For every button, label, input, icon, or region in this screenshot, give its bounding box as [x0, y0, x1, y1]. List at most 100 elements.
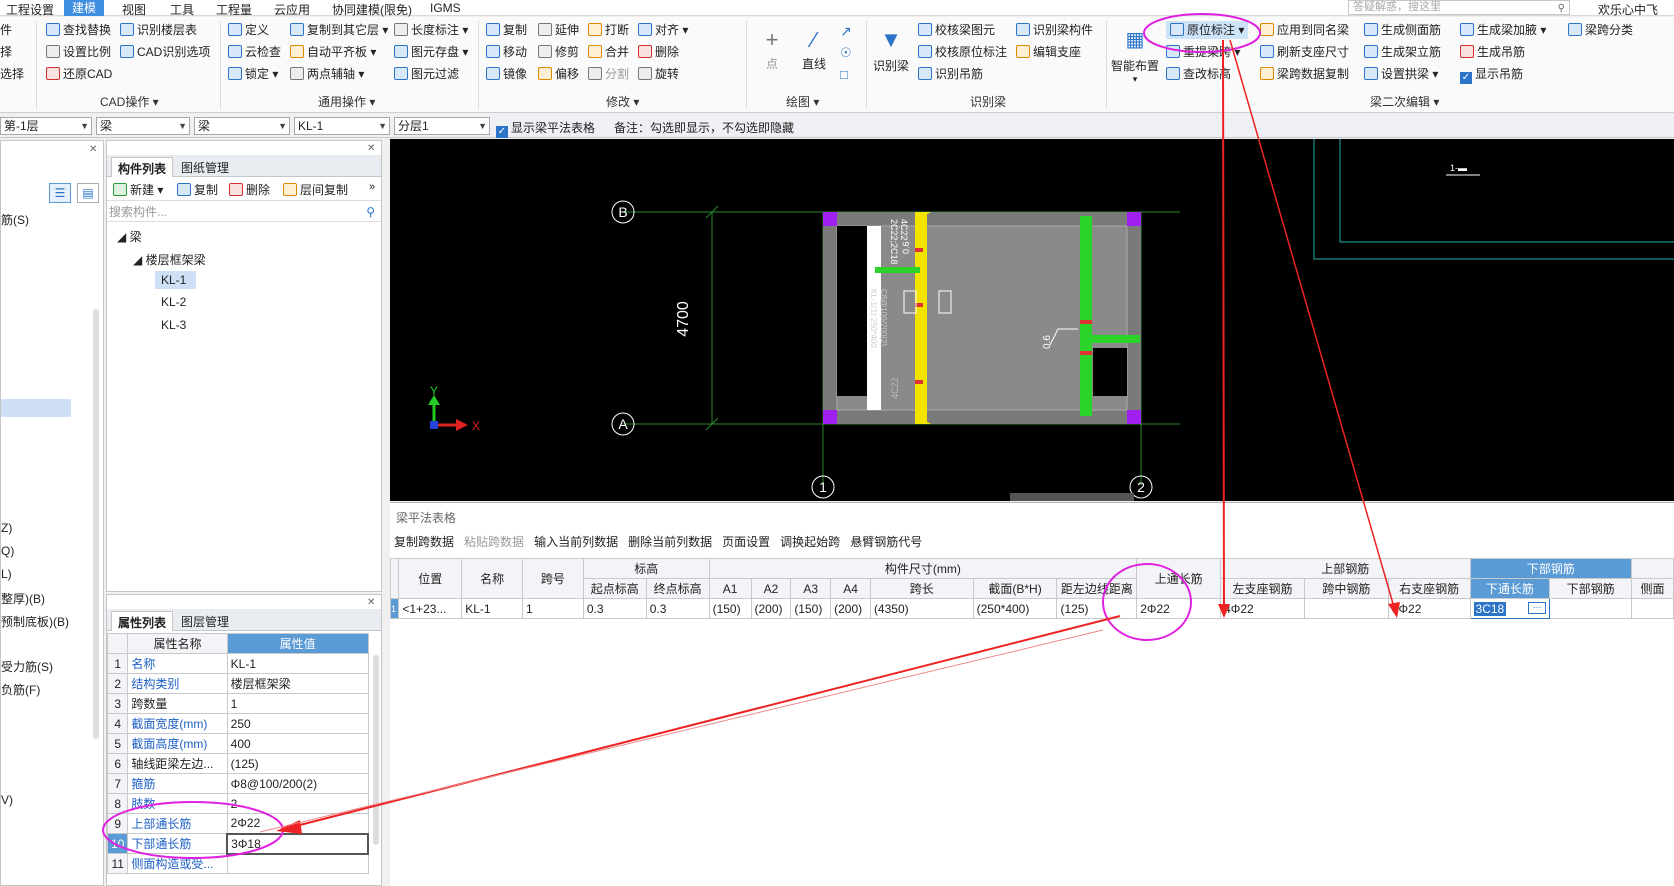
tree-item-kl2[interactable]: KL-2 [161, 295, 186, 309]
apply-same-name-button[interactable]: 应用到同名梁 [1260, 21, 1349, 39]
delete-component-button[interactable]: 删除 [229, 181, 270, 199]
property-value[interactable]: 2 [226, 793, 369, 814]
tab-collab[interactable]: 协同建模(限免) [332, 1, 412, 18]
nav-item-1[interactable]: 筋(S) [1, 211, 29, 228]
column[interactable] [1127, 410, 1141, 424]
input-column-data-button[interactable]: 输入当前列数据 [534, 535, 618, 549]
identify-hanger-button[interactable]: 识别吊筋 [918, 65, 983, 83]
show-hanger-checkbox[interactable]: ✓ 显示吊筋 [1460, 65, 1523, 84]
tab-project-settings[interactable]: 工程设置 [6, 1, 54, 18]
tab-quantity[interactable]: 工程量 [216, 1, 252, 18]
property-value[interactable] [226, 853, 369, 874]
property-value[interactable]: 3Φ18 [226, 832, 369, 855]
tab-property-list[interactable]: 属性列表 [111, 611, 174, 631]
gen-haunch-button[interactable]: 生成梁加腋 ▾ [1460, 21, 1546, 39]
gen-hanger-button[interactable]: 生成吊筋 [1460, 43, 1525, 61]
cell-bottom-rebar[interactable] [1549, 598, 1632, 619]
cloud-check-button[interactable]: 云检查 [228, 43, 281, 61]
cell-start-elev[interactable]: 0.3 [582, 598, 647, 619]
table-row[interactable]: 1 <1+23... KL-1 1 0.3 0.3 (150) (200) (1… [389, 598, 1674, 619]
cell-a3[interactable]: (150) [790, 598, 832, 619]
cell-bottom-through[interactable]: 3C18 ··· [1469, 598, 1551, 619]
column[interactable] [823, 410, 837, 424]
list-view-icon[interactable]: ☰ [49, 183, 71, 203]
group-modify[interactable]: 修改 ▾ [606, 93, 639, 110]
nav-item-9[interactable]: V) [1, 793, 13, 807]
search-input[interactable]: 答疑解惑，搜这里 ⚲ [1348, 0, 1570, 15]
close-icon[interactable]: ✕ [89, 144, 97, 155]
cell-left-support[interactable]: 4Φ22 [1220, 598, 1305, 619]
close-icon[interactable]: ✕ [367, 143, 375, 154]
offset-button[interactable]: 偏移 [538, 65, 579, 83]
trim-button[interactable]: 修剪 [538, 43, 579, 61]
group-general[interactable]: 通用操作 ▾ [318, 93, 375, 110]
original-mark-button[interactable]: 原位标注 ▾ [1166, 21, 1249, 39]
smart-layout-button[interactable]: ▦ 智能布置 ▾ [1108, 23, 1162, 85]
mirror-button[interactable]: 镜像 [486, 65, 527, 83]
tab-component-list[interactable]: 构件列表 [111, 157, 174, 177]
element-filter-button[interactable]: 图元过滤 [394, 65, 459, 83]
copy-span-data-button[interactable]: 复制跨数据 [394, 535, 454, 549]
search-icon[interactable]: ⚲ [1558, 2, 1565, 15]
tree-item-kl1[interactable]: KL-1 [155, 271, 197, 289]
nav-item-8[interactable]: 负筋(F) [1, 681, 40, 698]
break-button[interactable]: 打断 [588, 21, 629, 39]
cad-options-button[interactable]: CAD识别选项 [120, 43, 210, 61]
row-number[interactable]: 1 [389, 598, 400, 619]
type-select-1[interactable]: 梁 ▼ [96, 117, 190, 135]
user-name[interactable]: 欢乐心中飞 [1598, 1, 1658, 18]
group-beam2[interactable]: 梁二次编辑 ▾ [1370, 93, 1439, 110]
nav-item-6[interactable]: 预制底板)(B) [1, 613, 69, 630]
edit-elevation-button[interactable]: 查改标高 [1166, 65, 1231, 83]
copy-to-floor-button[interactable]: 复制到其它层 ▾ [290, 21, 388, 39]
nav-item-5[interactable]: 整厚)(B) [1, 590, 45, 607]
cell-mid-span[interactable] [1303, 598, 1389, 619]
component-search-input[interactable]: 搜索构件... ⚲ [107, 202, 381, 222]
property-value[interactable]: 250 [226, 713, 369, 734]
span-classify-button[interactable]: 梁跨分类 [1568, 21, 1633, 39]
cell-a2[interactable]: (200) [750, 598, 792, 619]
cell-position[interactable]: <1+23... [398, 598, 463, 619]
component-select[interactable]: KL-1 ▼ [294, 117, 390, 135]
lock-button[interactable]: 锁定 ▾ [228, 65, 278, 83]
cell-name[interactable]: KL-1 [461, 598, 524, 619]
find-replace-button[interactable]: 查找替换 [46, 21, 111, 39]
cell-end-elev[interactable]: 0.3 [645, 598, 710, 619]
property-value[interactable]: (125) [226, 753, 369, 774]
nav-selected-row[interactable] [1, 399, 71, 417]
length-dim-button[interactable]: 长度标注 ▾ [394, 21, 468, 39]
group-cad[interactable]: CAD操作 ▾ [100, 93, 159, 110]
cell-left-distance[interactable]: (125) [1056, 598, 1138, 619]
scrollbar[interactable] [93, 309, 99, 739]
move-button[interactable]: 移动 [486, 43, 527, 61]
property-row[interactable]: 5 截面高度(mm) 400 [106, 733, 369, 754]
copy-component-button[interactable]: 复制 [177, 181, 218, 199]
nav-item-3[interactable]: Q) [1, 544, 14, 558]
ribbon-partial-3[interactable]: 选择 [0, 65, 24, 83]
save-element-button[interactable]: 图元存盘 ▾ [394, 43, 468, 61]
check-beam-button[interactable]: 校核梁图元 [918, 21, 995, 39]
cell-top-through[interactable]: 2Φ22 [1136, 598, 1222, 619]
two-point-axis-button[interactable]: 两点辅轴 ▾ [290, 65, 364, 83]
scrollbar[interactable] [373, 655, 379, 845]
refresh-support-button[interactable]: 刷新支座尺寸 [1260, 43, 1349, 61]
span-data-copy-button[interactable]: 梁跨数据复制 [1260, 65, 1349, 83]
floor-copy-button[interactable]: 层间复制 [283, 181, 348, 199]
tab-cloud[interactable]: 云应用 [274, 1, 310, 18]
tree-group[interactable]: ◢ 楼层框架梁 [133, 251, 206, 268]
property-row[interactable]: 1 名称 KL-1 [106, 653, 369, 674]
restore-cad-button[interactable]: 还原CAD [46, 65, 112, 83]
property-value[interactable]: KL-1 [226, 653, 369, 674]
identify-beam-component-button[interactable]: 识别梁构件 [1016, 21, 1093, 39]
split-button[interactable]: 分割 [588, 65, 629, 83]
property-row[interactable]: 8 肢数 2 [106, 793, 369, 814]
nav-item-7[interactable]: 受力筋(S) [1, 658, 53, 675]
tab-drawing-manage[interactable]: 图纸管理 [181, 159, 229, 176]
property-row[interactable]: 2 结构类别 楼层框架梁 [106, 673, 369, 694]
re-extract-span-button[interactable]: 重提梁跨 ▾ [1166, 43, 1240, 61]
gen-erect-bars-button[interactable]: 生成架立筋 [1364, 43, 1441, 61]
property-value[interactable]: 楼层框架梁 [226, 673, 369, 694]
identify-floor-table-button[interactable]: 识别楼层表 [120, 21, 197, 39]
more-icon[interactable]: » [369, 181, 375, 193]
nav-item-4[interactable]: L) [1, 567, 12, 581]
